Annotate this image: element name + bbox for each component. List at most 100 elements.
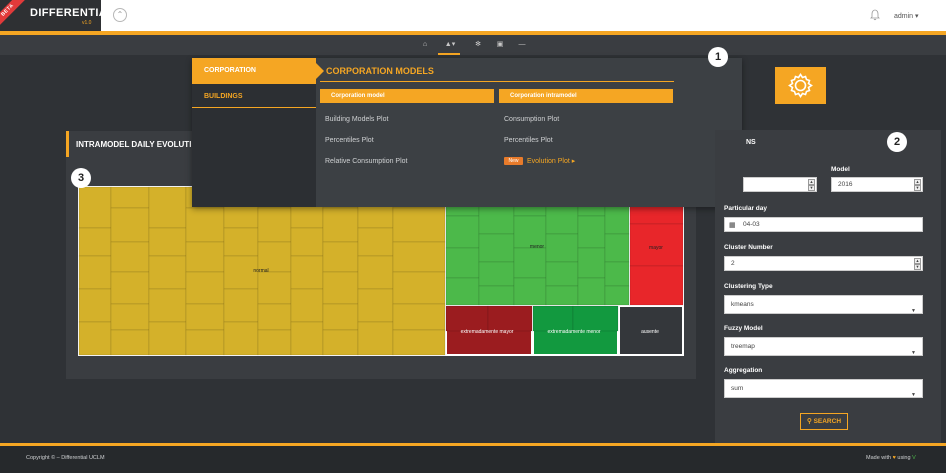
treemap-label-ext-menor: extremadamente menor — [547, 329, 600, 335]
treemap-cell — [185, 207, 225, 243]
footer — [0, 446, 946, 473]
made-with-text: Made with ♥ using V — [866, 455, 916, 461]
treemap-cell — [257, 271, 292, 305]
treemap-cell — [257, 329, 292, 356]
brand-name: DIFFERENTIAL — [30, 7, 115, 19]
model-stepper[interactable]: ▲ ▼ — [914, 179, 921, 191]
treemap-cell — [148, 227, 187, 257]
badge-2: 2 — [887, 132, 907, 152]
treemap-cell — [322, 207, 359, 243]
year-stepper[interactable]: ▲ ▼ — [808, 179, 815, 191]
treemap-cell — [322, 329, 359, 356]
treemap-cell — [478, 233, 515, 263]
treemap-cell — [223, 227, 259, 257]
corporation-icon[interactable]: ▲▾ — [442, 41, 458, 49]
link-consumption-plot[interactable]: Consumption Plot — [504, 116, 559, 123]
top-header — [0, 0, 946, 31]
cluster-number-label: Cluster Number — [724, 244, 773, 251]
treemap-cell — [110, 303, 150, 331]
building-icon[interactable]: ▣ — [495, 41, 505, 49]
treemap-cell — [604, 261, 630, 287]
cluster-stepper[interactable]: ▲ ▼ — [914, 258, 921, 270]
treemap-cell — [577, 247, 606, 279]
tab-corporation[interactable]: CORPORATION — [192, 58, 324, 84]
aggregation-select[interactable]: sum ▼ — [724, 379, 923, 398]
cluster-number-value: 2 — [731, 260, 735, 267]
treemap-cell — [445, 215, 480, 249]
treemap-cell — [185, 241, 225, 273]
settings-tile[interactable] — [775, 67, 826, 104]
treemap-cell — [322, 271, 359, 305]
particular-day-label: Particular day — [724, 205, 767, 212]
user-menu[interactable]: admin ▾ — [894, 12, 919, 20]
copyright-text: Copyright © – Differential UCLM — [26, 455, 105, 461]
treemap-cell — [357, 321, 394, 356]
treemap-cell — [78, 255, 112, 290]
app-root: BETA DIFFERENTIAL v1.0 ⌃ admin ▾ ⌂ ▲▾ ✻ … — [0, 0, 946, 473]
treemap-cell — [445, 305, 489, 332]
link-relative-consumption-plot[interactable]: Relative Consumption Plot — [325, 158, 408, 165]
treemap-cell — [223, 288, 259, 323]
treemap-cell — [478, 261, 515, 287]
treemap-cell — [78, 288, 112, 323]
badge-3: 3 — [71, 168, 91, 188]
treemap-cell — [357, 227, 394, 257]
treemap-cell — [392, 271, 446, 305]
link-percentiles-plot[interactable]: Percentiles Plot — [325, 137, 374, 144]
badge-1: 1 — [708, 47, 728, 67]
treemap-cell — [148, 321, 187, 356]
treemap-cell — [110, 271, 150, 305]
settings-icon[interactable]: ✻ — [473, 41, 483, 49]
bell-icon[interactable] — [870, 9, 880, 21]
calendar-icon: ▦ — [729, 222, 736, 229]
search-button[interactable]: ⚲ SEARCH — [800, 413, 848, 430]
year-input[interactable]: ▲ ▼ — [743, 177, 817, 192]
treemap-cell — [78, 227, 112, 257]
vue-logo-icon: V — [912, 455, 916, 461]
search-label: SEARCH — [813, 418, 842, 425]
model-input[interactable]: 2016 ▲ ▼ — [831, 177, 923, 192]
treemap-cell — [392, 241, 446, 273]
corporation-intramodel-header: Corporation intramodel — [499, 89, 673, 103]
tab-buildings[interactable]: BUILDINGS — [192, 86, 316, 108]
clustering-type-select[interactable]: kmeans ▼ — [724, 295, 923, 314]
treemap-cell — [478, 205, 515, 235]
treemap-cell — [110, 241, 150, 273]
link-evolution-plot[interactable]: Evolution Plot ▸ — [527, 157, 575, 165]
treemap-label-normal: normal — [253, 268, 268, 274]
treemap-cell — [478, 285, 515, 306]
fuzzy-model-value: treemap — [731, 343, 755, 350]
collapse-sidebar-icon[interactable]: ⌃ — [113, 8, 127, 22]
link-intramodel-percentiles-plot[interactable]: Percentiles Plot — [504, 137, 553, 144]
gear-icon — [788, 73, 813, 98]
treemap-cell — [629, 265, 684, 306]
model-value: 2016 — [838, 181, 853, 188]
aggregation-value: sum — [731, 385, 744, 392]
treemap-cell — [545, 285, 579, 306]
treemap-chart: normal menor mayor extremadamente mayor … — [78, 186, 684, 356]
treemap-cell — [257, 303, 292, 331]
treemap-cell — [513, 277, 547, 306]
beta-ribbon: BETA — [0, 0, 27, 30]
treemap-cell — [185, 271, 225, 305]
corporation-model-header: Corporation model — [320, 89, 494, 103]
treemap-label-menor: menor — [530, 244, 545, 250]
mega-menu-divider — [320, 81, 674, 82]
treemap-cell — [513, 247, 547, 279]
heart-icon: ♥ — [892, 455, 896, 461]
more-icon[interactable]: — — [517, 41, 527, 49]
treemap-cell — [392, 303, 446, 331]
treemap-cell — [185, 303, 225, 331]
treemap-cell — [257, 207, 292, 243]
home-icon[interactable]: ⌂ — [420, 41, 430, 49]
cluster-number-input[interactable]: 2 ▲ ▼ — [724, 256, 923, 271]
link-building-models-plot[interactable]: Building Models Plot — [325, 116, 388, 123]
search-icon: ⚲ — [806, 418, 812, 425]
particular-day-input[interactable]: ▦ 04-03 — [724, 217, 923, 232]
fuzzy-model-select[interactable]: treemap ▼ — [724, 337, 923, 356]
treemap-cell — [110, 186, 150, 209]
clustering-type-label: Clustering Type — [724, 283, 773, 290]
filters-title: NS — [746, 139, 756, 146]
particular-day-value: 04-03 — [743, 221, 760, 228]
treemap-label-ausente: ausente — [641, 329, 659, 335]
